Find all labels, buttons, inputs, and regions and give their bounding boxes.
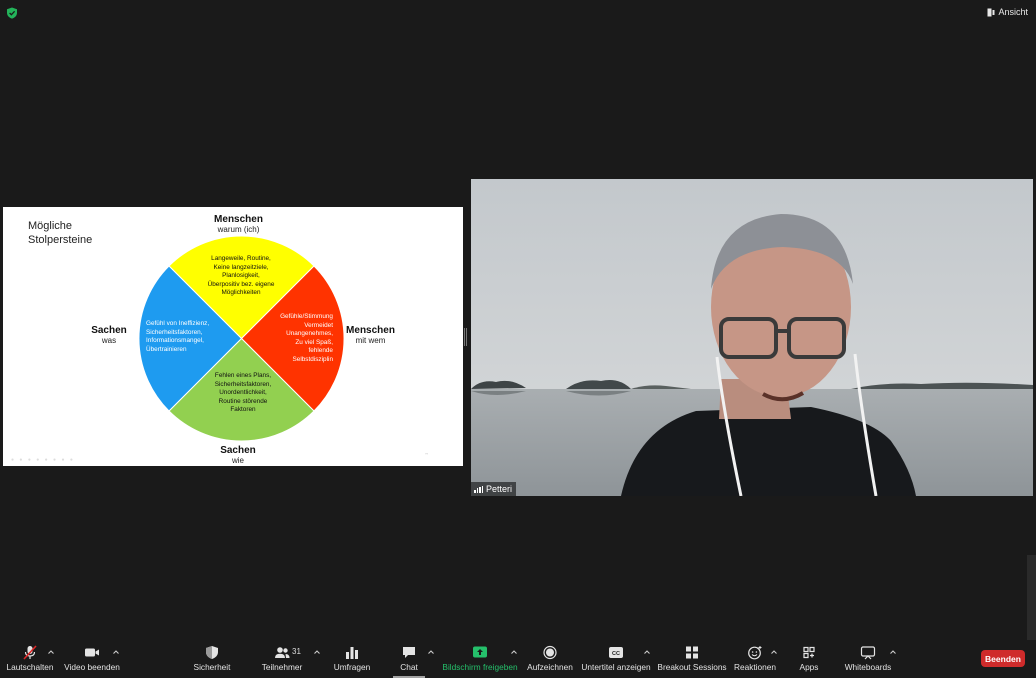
label-top: Menschen warum (ich) — [214, 214, 263, 234]
polls-button[interactable]: Umfragen — [330, 640, 374, 678]
shared-screen-slide: Mögliche Stolpersteine Menschen warum (ic… — [3, 207, 463, 466]
participant-name-tag: Petteri — [471, 482, 517, 496]
slide-title: Mögliche Stolpersteine — [28, 220, 93, 246]
label-right: Menschen mit wem — [346, 325, 395, 345]
apps-icon — [803, 646, 815, 659]
closed-captions-icon: CC — [609, 647, 623, 658]
chat-options-caret-icon[interactable] — [427, 648, 435, 656]
share-options-caret-icon[interactable] — [510, 648, 518, 656]
quadrant-green-text: Fehlen eines Plans, Sicherheitsfaktoren,… — [214, 372, 272, 413]
participants-count: 31 — [292, 647, 301, 656]
video-options-caret-icon[interactable] — [112, 648, 120, 656]
breakout-rooms-icon — [686, 646, 698, 659]
reactions-button[interactable]: Reaktionen — [733, 640, 777, 678]
chat-button[interactable]: Chat — [393, 640, 425, 678]
poll-chart-icon — [346, 647, 358, 659]
video-camera-icon — [85, 648, 99, 657]
participants-options-caret-icon[interactable] — [313, 648, 321, 656]
participant-video-image — [471, 179, 1033, 496]
audio-options-caret-icon[interactable] — [47, 648, 55, 656]
label-left: Sachen was — [91, 325, 127, 345]
participants-icon — [275, 647, 290, 658]
whiteboards-options-caret-icon[interactable] — [889, 648, 897, 656]
reactions-options-caret-icon[interactable] — [770, 648, 778, 656]
view-button[interactable]: Ansicht — [987, 5, 1028, 19]
breakout-sessions-button[interactable]: Breakout Sessions — [657, 640, 727, 678]
show-captions-button[interactable]: CC Untertitel anzeigen — [581, 640, 651, 678]
record-button[interactable]: Aufzeichnen — [526, 640, 574, 678]
apps-button[interactable]: Apps — [792, 640, 826, 678]
share-screen-icon — [473, 646, 487, 658]
record-icon — [543, 645, 557, 660]
quadrant-red-text: Gefühle/Stimmung Vermeidet Unangenehmes,… — [280, 313, 333, 363]
quadrant-yellow-text: Langeweile, Routine, Keine langzeitziele… — [207, 255, 275, 296]
view-icon — [987, 8, 995, 16]
svg-text:CC: CC — [612, 651, 620, 657]
view-label: Ansicht — [998, 7, 1028, 17]
microphone-muted-icon — [23, 645, 37, 660]
chat-bubble-icon — [403, 647, 415, 658]
whiteboards-button[interactable]: Whiteboards — [842, 640, 894, 678]
label-bottom: Sachen wie — [220, 445, 256, 465]
security-button[interactable]: Sicherheit — [190, 640, 234, 678]
participant-name: Petteri — [486, 484, 513, 494]
shield-icon — [206, 646, 218, 659]
participants-button[interactable]: Teilnehmer — [258, 640, 306, 678]
participant-video[interactable]: Petteri — [471, 179, 1033, 496]
meeting-toolbar: Lautschalten Video beenden Sicherheit Te… — [0, 640, 1036, 678]
quadrant-blue-text: Gefühl von Ineffizienz, Sicherheitsfakto… — [146, 320, 210, 353]
signal-strength-icon — [474, 485, 483, 493]
security-shield-icon[interactable] — [6, 6, 18, 19]
unmute-button[interactable]: Lautschalten — [4, 640, 56, 678]
slide-corner-mark: ◦◦ — [425, 451, 428, 456]
whiteboard-icon — [860, 646, 876, 660]
stop-video-button[interactable]: Video beenden — [62, 640, 122, 678]
layout-splitter-handle[interactable] — [464, 328, 467, 346]
share-screen-button[interactable]: Bildschirm freigeben — [442, 640, 518, 678]
captions-options-caret-icon[interactable] — [643, 648, 651, 656]
end-meeting-button[interactable]: Beenden — [981, 650, 1025, 667]
gallery-scrollbar[interactable] — [1027, 555, 1036, 640]
slide-footer-dots: ● ● ● ● ● ● ● ● — [11, 457, 75, 463]
smiley-reaction-icon — [748, 646, 762, 660]
